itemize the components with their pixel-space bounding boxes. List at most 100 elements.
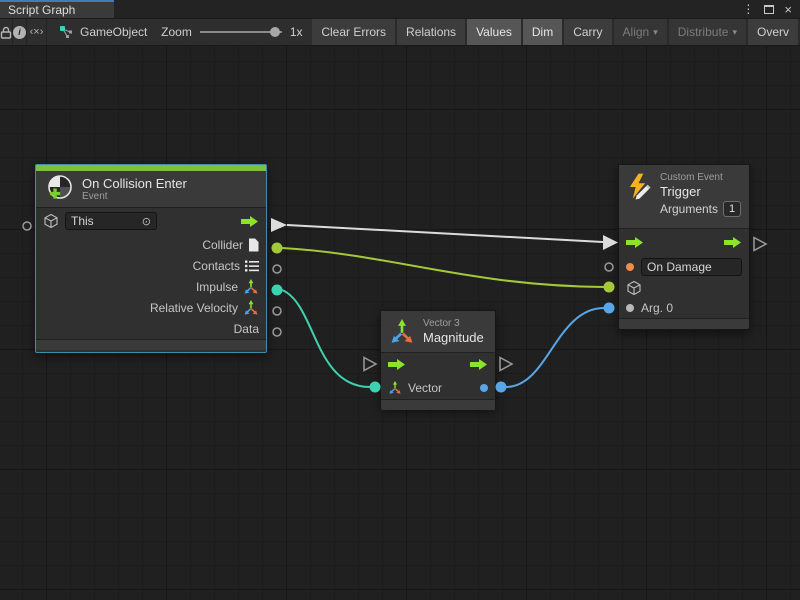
port-flow-out-collision[interactable] (271, 218, 287, 232)
vector3-icon (243, 300, 259, 316)
close-icon[interactable]: × (784, 3, 792, 16)
port-event-name-input[interactable] (605, 263, 613, 271)
tab-script-graph[interactable]: Script Graph (0, 0, 114, 18)
gameobject-cube-icon (626, 280, 642, 296)
port-collider-output[interactable] (272, 243, 283, 254)
port-flow-out-trigger[interactable] (754, 238, 766, 251)
script-graph-icon (59, 25, 74, 39)
zoom-slider[interactable] (200, 27, 282, 37)
port-row-relative-velocity: Relative Velocity (36, 297, 266, 318)
info-icon: i (13, 26, 26, 39)
target-value: This (71, 214, 94, 228)
flow-row (619, 229, 749, 256)
port-row-vector: Vector (381, 376, 495, 399)
list-icon (245, 260, 259, 272)
wire-magnitude-to-arg0[interactable] (506, 308, 604, 387)
port-row-collider: Collider (36, 234, 266, 255)
collider-file-icon (248, 238, 259, 252)
flow-in-arrow-icon (626, 236, 644, 249)
align-button: Align ▾ (614, 19, 669, 45)
node-vector3-magnitude[interactable]: Vector 3 Magnitude (380, 310, 496, 408)
dim-button[interactable]: Dim (523, 19, 564, 45)
zoom-value: 1x (290, 25, 303, 39)
target-row: This ⊙ (36, 208, 266, 234)
gameobject-cube-icon (43, 213, 59, 229)
node-body: Vector (381, 352, 495, 399)
port-row-event-name: On Damage (619, 256, 749, 278)
flow-out-arrow-icon (241, 215, 259, 228)
zoom-slider-handle[interactable] (270, 27, 280, 37)
object-picker-icon[interactable]: ⊙ (142, 215, 151, 228)
node-body: This ⊙ Collider (36, 207, 266, 339)
object-type-icon (626, 304, 634, 312)
port-data-output[interactable] (273, 328, 281, 336)
node-on-collision-enter[interactable]: On Collision Enter Event This ⊙ (35, 164, 267, 353)
lock-button[interactable] (0, 19, 13, 45)
node-subtitle: Event (82, 191, 187, 203)
gameobject-label: GameObject (80, 25, 147, 39)
event-name-field[interactable]: On Damage (641, 258, 742, 276)
port-label: Data (234, 322, 259, 336)
node-header: Custom Event Trigger Arguments 1 (619, 165, 749, 228)
node-kind-label: Custom Event (660, 172, 741, 184)
node-header: Vector 3 Magnitude (381, 311, 495, 352)
port-label: Collider (202, 238, 243, 252)
node-title: On Collision Enter (82, 176, 187, 191)
port-vector-input[interactable] (370, 382, 381, 393)
flow-out-arrow-icon (724, 236, 742, 249)
port-this-input[interactable] (23, 222, 31, 230)
float-type-icon (480, 384, 488, 392)
port-row-arg0: Arg. 0 (619, 298, 749, 318)
port-row-contacts: Contacts (36, 255, 266, 276)
graph-owner: GameObject (47, 19, 147, 45)
port-target-input[interactable] (604, 282, 615, 293)
node-trigger-custom-event[interactable]: Custom Event Trigger Arguments 1 (618, 164, 750, 330)
wire-impulse-to-vector[interactable] (282, 290, 370, 387)
tab-bar: Script Graph ⋮ × (0, 0, 800, 18)
string-type-icon (626, 263, 634, 271)
port-relative-velocity-output[interactable] (273, 307, 281, 315)
flow-row (381, 353, 495, 376)
port-flow-in-magnitude[interactable] (364, 358, 376, 371)
distribute-button: Distribute ▾ (669, 19, 748, 45)
flow-out-arrow-icon (470, 358, 488, 371)
window-controls: ⋮ × (742, 0, 800, 18)
graph-canvas[interactable]: On Collision Enter Event This ⊙ (0, 46, 800, 600)
port-impulse-output[interactable] (272, 285, 283, 296)
port-flow-out-magnitude[interactable] (500, 358, 512, 371)
carry-button[interactable]: Carry (564, 19, 613, 45)
script-graph-window: Script Graph ⋮ × i ‹×› (0, 0, 800, 600)
port-contacts-output[interactable] (273, 265, 281, 273)
relations-button[interactable]: Relations (397, 19, 467, 45)
port-flow-in-trigger[interactable] (603, 235, 618, 250)
port-magnitude-output[interactable] (496, 382, 507, 393)
port-arg0-input[interactable] (604, 303, 615, 314)
node-title: Magnitude (423, 330, 484, 345)
chevron-down-icon: ▾ (732, 27, 737, 38)
arguments-count-field[interactable]: 1 (723, 201, 741, 217)
wire-flow-collision-to-trigger[interactable] (287, 225, 603, 242)
node-title: Trigger (660, 184, 741, 199)
target-field[interactable]: This ⊙ (65, 212, 157, 230)
code-view-button[interactable]: ‹×› (27, 19, 47, 45)
vector3-icon (243, 279, 259, 295)
port-label: Contacts (193, 259, 240, 273)
values-button[interactable]: Values (467, 19, 523, 45)
zoom-label: Zoom (161, 25, 192, 39)
vector3-icon (389, 319, 415, 345)
maximize-icon[interactable] (764, 5, 774, 14)
node-header: On Collision Enter Event (36, 171, 266, 207)
node-body: On Damage Arg. 0 (619, 228, 749, 318)
lock-icon (0, 26, 12, 39)
code-view-icon: ‹×› (30, 26, 44, 38)
inspect-button[interactable]: i (13, 19, 27, 45)
clear-errors-button[interactable]: Clear Errors (312, 19, 397, 45)
flow-in-arrow-icon (388, 358, 406, 371)
overview-button[interactable]: Overv (748, 19, 800, 45)
port-label: Arg. 0 (641, 301, 673, 315)
tab-title: Script Graph (8, 3, 75, 17)
arguments-label: Arguments (660, 202, 718, 216)
port-label: Impulse (196, 280, 238, 294)
wire-collider-to-target[interactable] (282, 248, 604, 287)
window-menu-icon[interactable]: ⋮ (742, 2, 754, 16)
